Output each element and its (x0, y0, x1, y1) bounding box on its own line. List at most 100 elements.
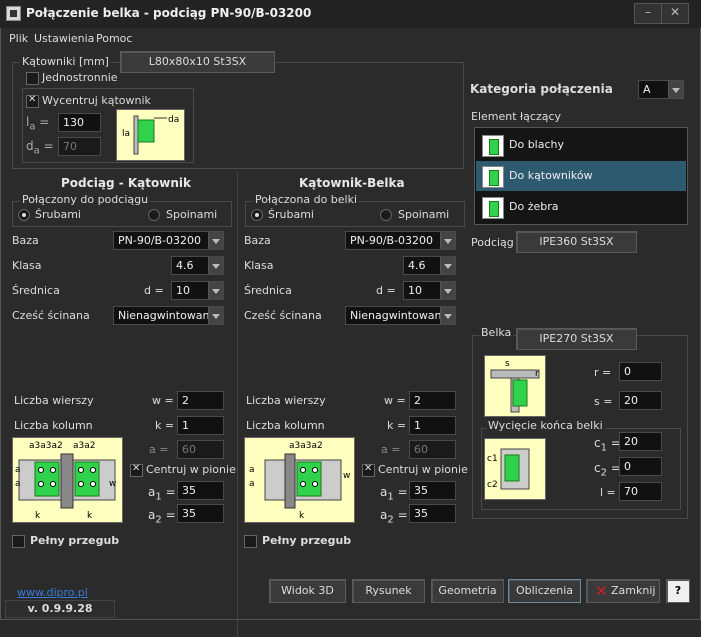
left-a1-input[interactable]: 35 (177, 481, 224, 500)
help-button[interactable]: ? (666, 579, 690, 603)
left-srubami-radio[interactable] (18, 209, 30, 221)
app-icon (6, 6, 21, 21)
left-srednica-select[interactable]: 10 (171, 281, 224, 300)
katownik-profile-button[interactable]: L80x80x10 St3SX (120, 51, 275, 73)
right-czesc-select[interactable]: Nienagwintowana (345, 306, 456, 325)
da-input[interactable]: 70 (58, 137, 101, 156)
right-a-input[interactable]: 60 (409, 440, 456, 459)
right-title: Kątownik-Belka (299, 176, 405, 190)
right-wiersze-input[interactable]: 2 (409, 391, 456, 410)
left-a-label: a = (149, 443, 169, 456)
right-a2-label: a2 = (380, 508, 408, 526)
left-spoinami-radio[interactable] (148, 209, 160, 221)
right-a2-input[interactable]: 35 (409, 504, 456, 523)
left-czesc-label: Cześć ścinana (12, 309, 90, 322)
right-kolumny-input[interactable]: 1 (409, 416, 456, 435)
right-centruj-checkbox[interactable] (362, 463, 375, 477)
svg-text:da: da (168, 115, 179, 125)
s-label: s = (594, 395, 613, 408)
svg-text:a: a (15, 479, 21, 489)
c2-label: c2 = (594, 461, 621, 479)
l-label: l = (600, 486, 616, 499)
c1-input[interactable]: 20 (619, 432, 662, 451)
chevron-down-icon (440, 307, 455, 324)
right-spoinami-radio[interactable] (380, 209, 392, 221)
right-group-label: Połączona do belki (253, 193, 360, 206)
left-kolumny-input[interactable]: 1 (177, 416, 224, 435)
right-srubami-radio[interactable] (251, 209, 263, 221)
right-a-label: a = (381, 443, 401, 456)
l-input[interactable]: 70 (619, 482, 662, 501)
geometria-button[interactable]: Geometria (431, 579, 504, 603)
rysunek-button[interactable]: Rysunek (352, 579, 425, 603)
left-klasa-select[interactable]: 4.6 (171, 256, 224, 275)
r-input[interactable]: 0 (619, 362, 662, 381)
element-item-katownikow[interactable]: Do kątowników (476, 161, 686, 191)
close-icon: ✕ (595, 582, 608, 600)
close-window-button[interactable]: ✕ (661, 3, 689, 24)
jednostronnie-checkbox[interactable] (26, 72, 39, 85)
element-list: Do blachy Do kątowników Do żebra (474, 127, 688, 225)
belka-label: Belka (479, 326, 514, 339)
right-centruj-label: Centruj w pionie (378, 463, 468, 476)
podciag-label: Podciąg (471, 236, 514, 249)
left-baza-select[interactable]: PN-90/B-03200 (113, 231, 224, 250)
right-przegub-checkbox[interactable] (244, 535, 257, 548)
kategoria-select[interactable]: A (638, 80, 684, 99)
svg-text:a: a (15, 465, 21, 475)
menu-ustawienia[interactable]: Ustawienia (34, 32, 94, 45)
zamknij-button[interactable]: ✕ Zamknij (586, 579, 660, 603)
column-divider (237, 172, 238, 637)
website-link[interactable]: www.dipro.pl (17, 586, 88, 599)
svg-text:k: k (35, 511, 41, 521)
cut-drawing: c1 c2 (484, 438, 546, 500)
svg-text:k: k (299, 511, 305, 521)
left-a2-input[interactable]: 35 (177, 504, 224, 523)
right-baza-select[interactable]: PN-90/B-03200 (345, 231, 456, 250)
jednostronnie-label: Jednostronnie (42, 71, 118, 84)
left-srednica-label: Średnica (12, 284, 60, 297)
rib-connection-icon (482, 197, 504, 219)
left-centruj-label: Centruj w pionie (146, 463, 236, 476)
left-spoinami-label: Spoinami (166, 208, 218, 221)
right-a1-input[interactable]: 35 (409, 481, 456, 500)
left-przegub-checkbox[interactable] (12, 535, 25, 548)
belka-profile-button[interactable]: IPE270 St3SX (516, 328, 637, 350)
right-czesc-label: Cześć ścinana (244, 309, 322, 322)
wycentruj-checkbox[interactable] (26, 94, 39, 108)
la-label: la = (26, 115, 50, 133)
version-label: v. 0.9.9.28 (5, 600, 115, 618)
left-a-input[interactable]: 60 (177, 440, 224, 459)
menu-pomoc[interactable]: Pomoc (96, 32, 132, 45)
svg-text:a3a3a2: a3a3a2 (289, 441, 323, 451)
element-label: Element łączący (471, 110, 562, 123)
obliczenia-button[interactable]: Obliczenia (508, 579, 581, 603)
menu-plik[interactable]: Plik (9, 32, 28, 45)
element-item-zebra[interactable]: Do żebra (476, 192, 686, 222)
chevron-down-icon (208, 307, 223, 324)
s-input[interactable]: 20 (619, 391, 662, 410)
left-czesc-select[interactable]: Nienagwintowana (113, 306, 224, 325)
chevron-down-icon (208, 232, 223, 249)
widok-3d-button[interactable]: Widok 3D (269, 579, 346, 603)
left-centruj-checkbox[interactable] (130, 463, 143, 477)
left-wiersze-label: Liczba wierszy (14, 394, 94, 407)
la-input[interactable]: 130 (58, 113, 101, 132)
right-klasa-select[interactable]: 4.6 (403, 256, 456, 275)
beam-drawing-svg: s r (490, 359, 540, 413)
c2-input[interactable]: 0 (619, 457, 662, 476)
podciag-profile-button[interactable]: IPE360 St3SX (516, 231, 637, 253)
element-item-blachy[interactable]: Do blachy (476, 130, 686, 160)
right-srednica-label: Średnica (244, 284, 292, 297)
right-srednica-select[interactable]: 10 (403, 281, 456, 300)
window-title: Połączenie belka - podciąg PN-90/B-03200 (26, 6, 312, 20)
svg-text:a3a2: a3a2 (73, 441, 95, 451)
svg-text:a3a3a2: a3a3a2 (29, 441, 63, 451)
left-kolumny-label: Liczba kolumn (14, 419, 93, 432)
left-bolt-drawing: a3a3a2 a3a2 a a w k k (12, 437, 123, 523)
minimize-button[interactable]: – (634, 3, 662, 24)
svg-text:la: la (122, 129, 130, 139)
wycentruj-label: Wycentruj kątownik (42, 94, 151, 107)
left-wiersze-input[interactable]: 2 (177, 391, 224, 410)
chevron-down-icon (208, 257, 223, 274)
